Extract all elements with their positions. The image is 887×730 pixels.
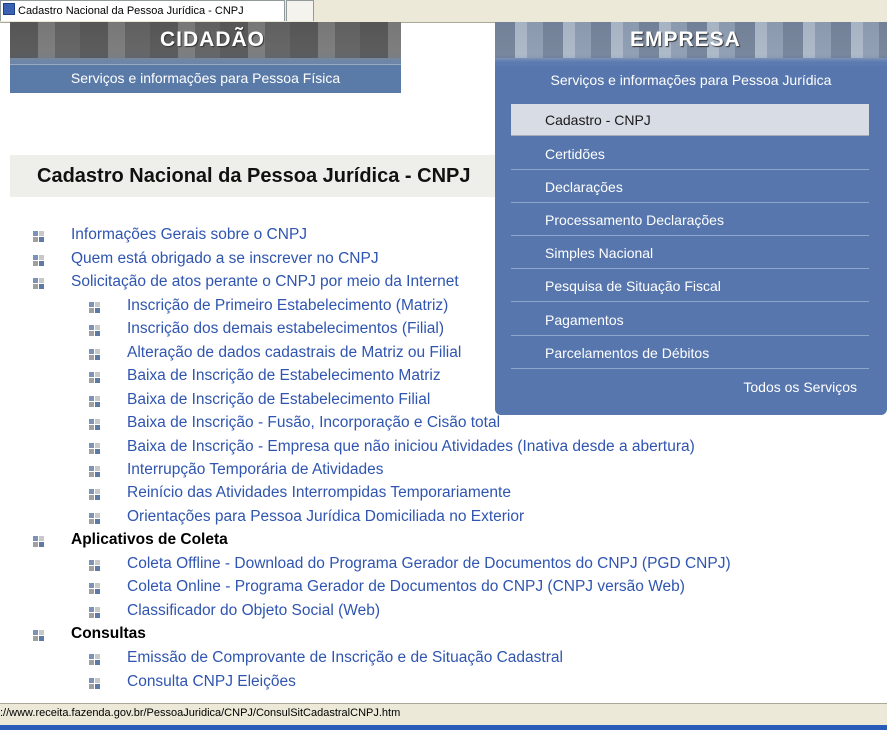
- list-item: Baixa de Inscrição - Empresa que não ini…: [89, 438, 695, 460]
- page-title: Cadastro Nacional da Pessoa Jurídica - C…: [37, 165, 471, 187]
- link-baixa-filial[interactable]: Baixa de Inscrição de Estabelecimento Fi…: [127, 391, 430, 408]
- bullet-icon: [89, 419, 101, 431]
- link-informacoes-gerais[interactable]: Informações Gerais sobre o CNPJ: [71, 226, 307, 243]
- link-coleta-offline[interactable]: Coleta Offline - Download do Programa Ge…: [127, 555, 731, 572]
- bullet-icon: [33, 231, 45, 243]
- bullet-icon: [89, 678, 101, 690]
- todos-os-servicos-link[interactable]: Todos os Serviços: [743, 379, 857, 395]
- list-item: Quem está obrigado a se inscrever no CNP…: [33, 250, 379, 272]
- list-item: Aplicativos de Coleta: [33, 531, 228, 553]
- menu-item-pesquisa-situacao-fiscal[interactable]: Pesquisa de Situação Fiscal: [511, 270, 869, 302]
- bullet-icon: [89, 396, 101, 408]
- link-alteracao-dados[interactable]: Alteração de dados cadastrais de Matriz …: [127, 344, 461, 361]
- list-item: Coleta Offline - Download do Programa Ge…: [89, 555, 731, 577]
- bullet-icon: [89, 443, 101, 455]
- browser-tab-title: Cadastro Nacional da Pessoa Jurídica - C…: [18, 5, 244, 17]
- menu-item-cadastro-cnpj[interactable]: Cadastro - CNPJ: [511, 104, 869, 136]
- link-reinicio-atividades[interactable]: Reinício das Atividades Interrompidas Te…: [127, 484, 511, 501]
- bullet-icon: [89, 583, 101, 595]
- list-item: Baixa de Inscrição de Estabelecimento Fi…: [89, 391, 430, 413]
- list-item: Classificador do Objeto Social (Web): [89, 602, 380, 624]
- menu-item-certidoes[interactable]: Certidões: [511, 138, 869, 170]
- bullet-icon: [89, 466, 101, 478]
- list-item: Consultas: [33, 625, 146, 647]
- list-item: Alteração de dados cadastrais de Matriz …: [89, 344, 461, 366]
- cidadao-banner-title: CIDADÃO: [160, 28, 265, 51]
- list-item: Informações Gerais sobre o CNPJ: [33, 226, 307, 248]
- bullet-icon: [89, 489, 101, 501]
- bullet-icon: [89, 560, 101, 572]
- bullet-icon: [33, 278, 45, 290]
- link-consulta-cnpj-eleicoes[interactable]: Consulta CNPJ Eleições: [127, 673, 296, 690]
- list-item: Baixa de Inscrição - Fusão, Incorporação…: [89, 414, 500, 436]
- link-inscricao-matriz[interactable]: Inscrição de Primeiro Estabelecimento (M…: [127, 297, 448, 314]
- menu-item-declaracoes[interactable]: Declarações: [511, 171, 869, 203]
- browser-new-tab[interactable]: [286, 0, 314, 21]
- page-title-bar: Cadastro Nacional da Pessoa Jurídica - C…: [10, 155, 495, 197]
- bullet-icon: [89, 607, 101, 619]
- empresa-dropdown-menu: Cadastro - CNPJ Certidões Declarações Pr…: [495, 94, 887, 415]
- page-favicon-icon: [3, 3, 15, 15]
- menu-item-pagamentos[interactable]: Pagamentos: [511, 304, 869, 336]
- cidadao-banner[interactable]: CIDADÃO Serviços e informações para Pess…: [10, 22, 401, 93]
- link-inscricao-filial[interactable]: Inscrição dos demais estabelecimentos (F…: [127, 320, 444, 337]
- bullet-icon: [89, 654, 101, 666]
- bullet-icon: [33, 255, 45, 267]
- list-item: Solicitação de atos perante o CNPJ por m…: [33, 273, 459, 295]
- menu-item-simples-nacional[interactable]: Simples Nacional: [511, 237, 869, 269]
- bullet-icon: [89, 349, 101, 361]
- bullet-icon: [89, 325, 101, 337]
- bullet-icon: [33, 630, 45, 642]
- section-heading-consultas: Consultas: [71, 625, 146, 642]
- menu-item-parcelamentos-debitos[interactable]: Parcelamentos de Débitos: [511, 337, 869, 369]
- browser-tab-strip: Cadastro Nacional da Pessoa Jurídica - C…: [0, 0, 887, 23]
- browser-status-bar: ://www.receita.fazenda.gov.br/PessoaJuri…: [0, 703, 887, 730]
- list-item: Emissão de Comprovante de Inscrição e de…: [89, 649, 563, 671]
- empresa-banner-subtitle: Serviços e informações para Pessoa Juríd…: [495, 66, 887, 94]
- list-item: Interrupção Temporária de Atividades: [89, 461, 383, 483]
- link-baixa-fusao[interactable]: Baixa de Inscrição - Fusão, Incorporação…: [127, 414, 500, 431]
- list-item: Baixa de Inscrição de Estabelecimento Ma…: [89, 367, 441, 389]
- list-item: Orientações para Pessoa Jurídica Domicil…: [89, 508, 524, 530]
- link-emissao-comprovante[interactable]: Emissão de Comprovante de Inscrição e de…: [127, 649, 563, 666]
- link-baixa-matriz[interactable]: Baixa de Inscrição de Estabelecimento Ma…: [127, 367, 441, 384]
- browser-tab-active[interactable]: Cadastro Nacional da Pessoa Jurídica - C…: [0, 0, 285, 21]
- cidadao-banner-subtitle: Serviços e informações para Pessoa Físic…: [10, 64, 401, 92]
- bullet-icon: [89, 302, 101, 314]
- bullet-icon: [33, 536, 45, 548]
- empresa-banner-title: EMPRESA: [630, 28, 741, 51]
- taskbar-stripe: [0, 725, 887, 730]
- link-classificador-objeto-social[interactable]: Classificador do Objeto Social (Web): [127, 602, 380, 619]
- bullet-icon: [89, 372, 101, 384]
- status-url: ://www.receita.fazenda.gov.br/PessoaJuri…: [0, 707, 401, 719]
- list-item: Inscrição dos demais estabelecimentos (F…: [89, 320, 444, 342]
- link-quem-esta-obrigado[interactable]: Quem está obrigado a se inscrever no CNP…: [71, 250, 379, 267]
- link-orientacoes-exterior[interactable]: Orientações para Pessoa Jurídica Domicil…: [127, 508, 524, 525]
- link-coleta-online[interactable]: Coleta Online - Programa Gerador de Docu…: [127, 578, 685, 595]
- bullet-icon: [89, 513, 101, 525]
- link-solicitacao-atos[interactable]: Solicitação de atos perante o CNPJ por m…: [71, 273, 459, 290]
- link-interrupcao-temporaria[interactable]: Interrupção Temporária de Atividades: [127, 461, 383, 478]
- list-item: Reinício das Atividades Interrompidas Te…: [89, 484, 511, 506]
- menu-item-processamento-declaracoes[interactable]: Processamento Declarações: [511, 204, 869, 236]
- list-item: Coleta Online - Programa Gerador de Docu…: [89, 578, 685, 600]
- section-heading-aplicativos: Aplicativos de Coleta: [71, 531, 228, 548]
- link-baixa-inativa[interactable]: Baixa de Inscrição - Empresa que não ini…: [127, 438, 695, 455]
- list-item: Inscrição de Primeiro Estabelecimento (M…: [89, 297, 448, 319]
- list-item: Consulta CNPJ Eleições: [89, 673, 296, 695]
- empresa-banner[interactable]: EMPRESA Serviços e informações para Pess…: [495, 22, 887, 94]
